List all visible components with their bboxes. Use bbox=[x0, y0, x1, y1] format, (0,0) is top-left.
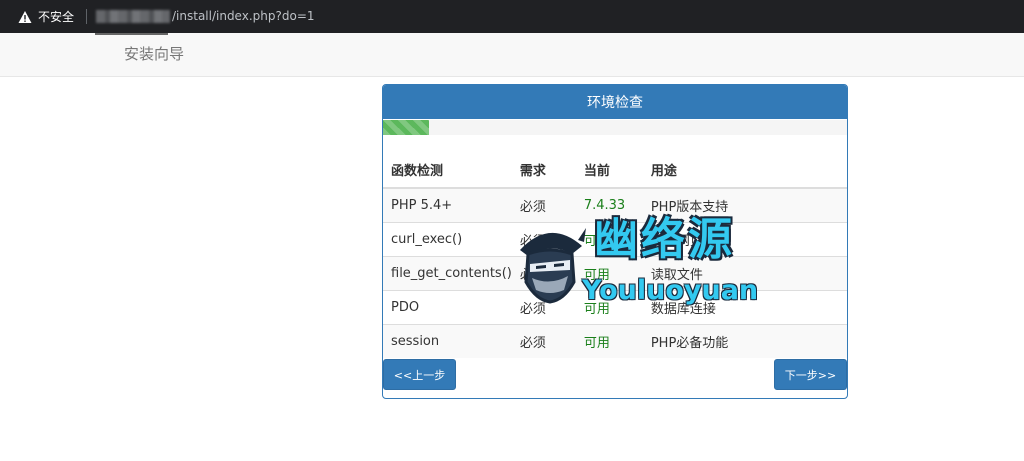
prev-step-button[interactable]: <<上一步 bbox=[383, 359, 456, 390]
table-row: session 必须 可用 PHP必备功能 bbox=[383, 324, 847, 358]
watermark-en-text: Youluoyuan bbox=[582, 275, 759, 306]
navbar-brand[interactable]: 安装向导 bbox=[124, 44, 184, 64]
next-step-button[interactable]: 下一步>> bbox=[774, 359, 847, 390]
warning-triangle-icon bbox=[18, 10, 32, 23]
cell-usage: PHP必备功能 bbox=[642, 324, 847, 358]
cell-function: file_get_contents() bbox=[383, 256, 512, 291]
header-current: 当前 bbox=[575, 151, 643, 189]
cell-current: 可用 bbox=[575, 324, 643, 358]
panel-title: 环境检查 bbox=[383, 85, 847, 119]
cell-function: PDO bbox=[383, 290, 512, 325]
watermark-ninja-logo bbox=[520, 228, 586, 304]
cell-function: session bbox=[383, 324, 512, 358]
header-usage: 用途 bbox=[642, 151, 847, 189]
url-host-redacted bbox=[96, 10, 170, 23]
address-divider bbox=[86, 9, 87, 24]
cell-function: curl_exec() bbox=[383, 222, 512, 257]
browser-address-bar: 不安全 /install/index.php?do=1 bbox=[0, 0, 1024, 33]
table-header-row: 函数检测 需求 当前 用途 bbox=[383, 151, 847, 189]
progress-bar bbox=[383, 120, 847, 135]
header-function: 函数检测 bbox=[383, 151, 512, 189]
header-requirement: 需求 bbox=[511, 151, 576, 189]
url-path[interactable]: /install/index.php?do=1 bbox=[172, 8, 315, 25]
security-label: 不安全 bbox=[38, 10, 75, 24]
watermark-cn-text: 幽络源 bbox=[594, 214, 735, 265]
cell-requirement: 必须 bbox=[511, 324, 576, 358]
progress-fill bbox=[383, 120, 430, 135]
nav-indicator bbox=[95, 33, 168, 35]
cell-function: PHP 5.4+ bbox=[383, 187, 512, 223]
cell-requirement: 必须 bbox=[511, 187, 576, 223]
security-indicator[interactable]: 不安全 bbox=[18, 8, 74, 25]
